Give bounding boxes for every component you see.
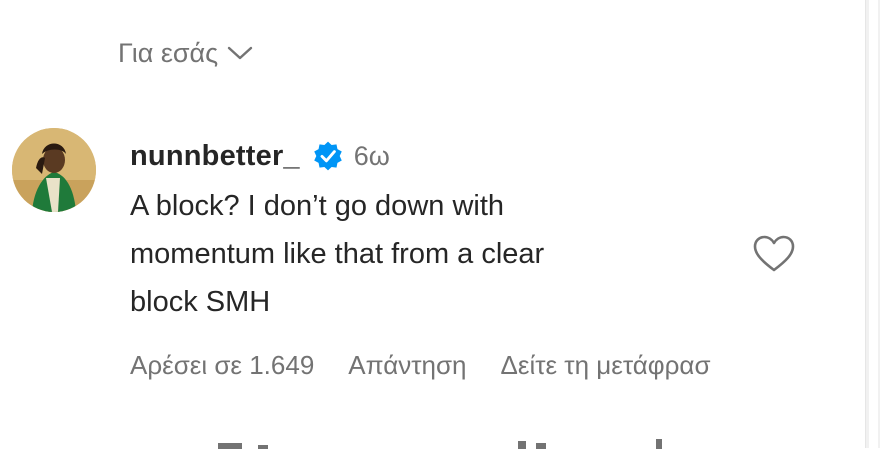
avatar[interactable] bbox=[12, 128, 96, 212]
see-translation-button[interactable]: Δείτε τη μετάφρασ bbox=[500, 350, 710, 381]
comment-header: nunnbetter_ 6ω bbox=[130, 134, 730, 178]
likes-count-link[interactable]: Αρέσει σε 1.649 bbox=[130, 350, 314, 381]
sort-comments-toggle[interactable]: Για εσάς bbox=[118, 38, 254, 69]
next-row-cutoff bbox=[218, 436, 678, 449]
scrollbar[interactable] bbox=[865, 0, 880, 448]
comment-actions: Αρέσει σε 1.649 Απάντηση Δείτε τη μετάφρ… bbox=[130, 350, 840, 381]
username-link[interactable]: nunnbetter_ bbox=[130, 140, 300, 173]
chevron-down-icon bbox=[226, 38, 254, 69]
scrollbar-thumb[interactable] bbox=[869, 0, 878, 448]
comment-body: nunnbetter_ 6ω A block? I don’t go down … bbox=[130, 134, 730, 326]
comment-timestamp[interactable]: 6ω bbox=[354, 141, 390, 172]
sort-label: Για εσάς bbox=[118, 38, 219, 68]
reply-button[interactable]: Απάντηση bbox=[348, 350, 466, 381]
heart-outline-icon bbox=[753, 235, 795, 272]
like-button[interactable] bbox=[752, 234, 796, 274]
verified-badge-icon bbox=[314, 141, 342, 171]
comment-text: A block? I don’t go down with momentum l… bbox=[130, 190, 545, 318]
